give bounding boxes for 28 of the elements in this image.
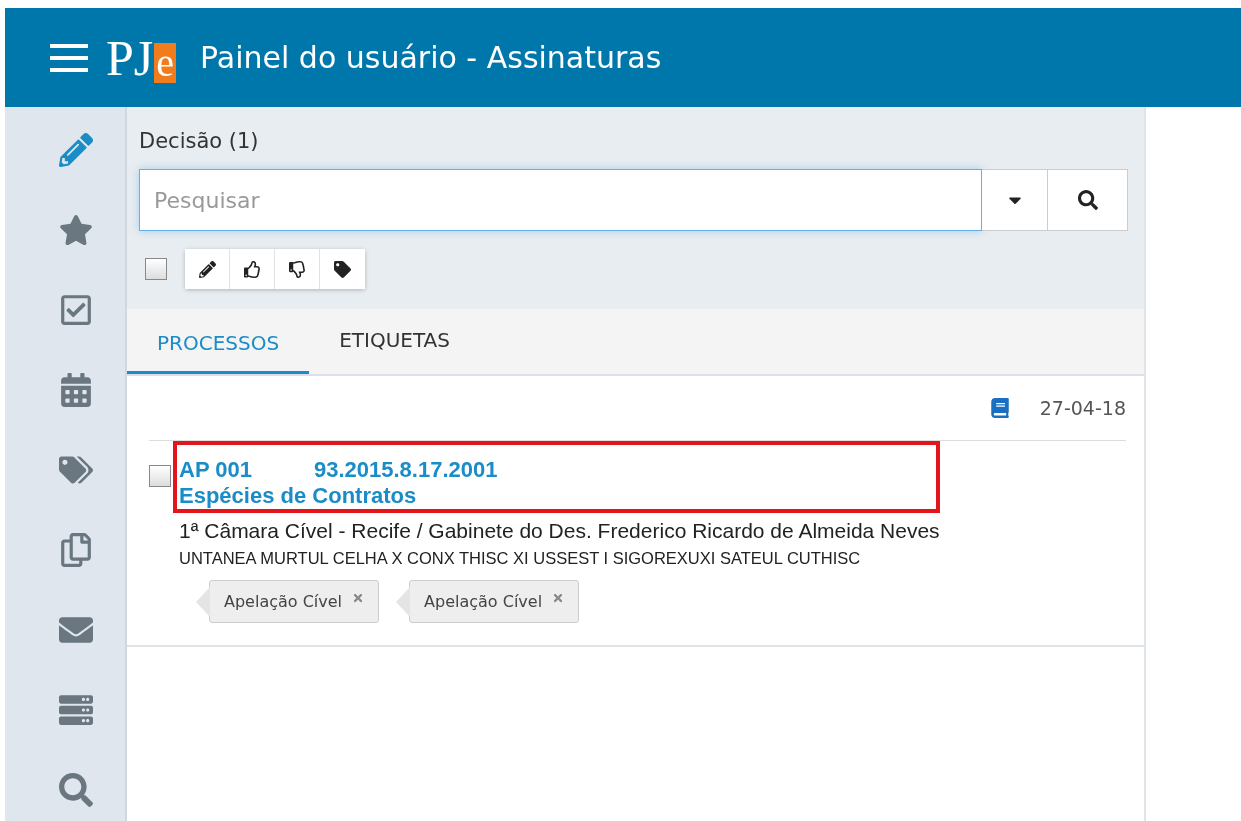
court-text: 1ª Câmara Cível - Recife / Gabinete do Des. Frederico Ricardo de Almeida Neves — [179, 519, 940, 543]
page-title: Painel do usuário - Assinaturas — [200, 40, 662, 75]
panel-heading: Decisão (1) — [139, 129, 260, 153]
pencil-icon — [198, 260, 216, 278]
thumbs-down-icon — [288, 260, 306, 278]
close-icon[interactable] — [552, 591, 565, 604]
approve-button[interactable] — [230, 249, 275, 289]
date: 27-04-18 — [1039, 397, 1126, 419]
tab[interactable]: ETIQUETAS — [309, 309, 480, 374]
process-subject[interactable]: Espécies de Contratos — [179, 483, 417, 508]
process-number[interactable]: 93.2015.8.17.2001 — [314, 457, 498, 483]
search-icon — [1077, 190, 1098, 210]
logo: PJe — [106, 32, 177, 83]
thumbs-up-icon — [243, 260, 261, 278]
process-class[interactable]: AP 001 — [179, 457, 252, 483]
tab[interactable]: PROCESSOS — [127, 309, 310, 374]
reject-button[interactable] — [275, 249, 320, 289]
row-checkbox[interactable] — [149, 465, 171, 487]
tag-icon — [334, 260, 351, 278]
parties-text: UNTANEA MURTUL CELHA X CONX THISC XI USSEST I SIGOREXUXI SATEUL CUTHISC — [179, 549, 862, 568]
search-button[interactable] — [1048, 169, 1128, 231]
select-all-checkbox[interactable] — [145, 258, 167, 280]
tag-button[interactable] — [320, 249, 365, 289]
menu-icon[interactable] — [50, 43, 88, 72]
close-icon[interactable] — [352, 591, 365, 604]
book-icon — [989, 398, 1010, 418]
search-field[interactable]: Pesquisar — [139, 169, 982, 231]
edit-button[interactable] — [185, 249, 230, 289]
